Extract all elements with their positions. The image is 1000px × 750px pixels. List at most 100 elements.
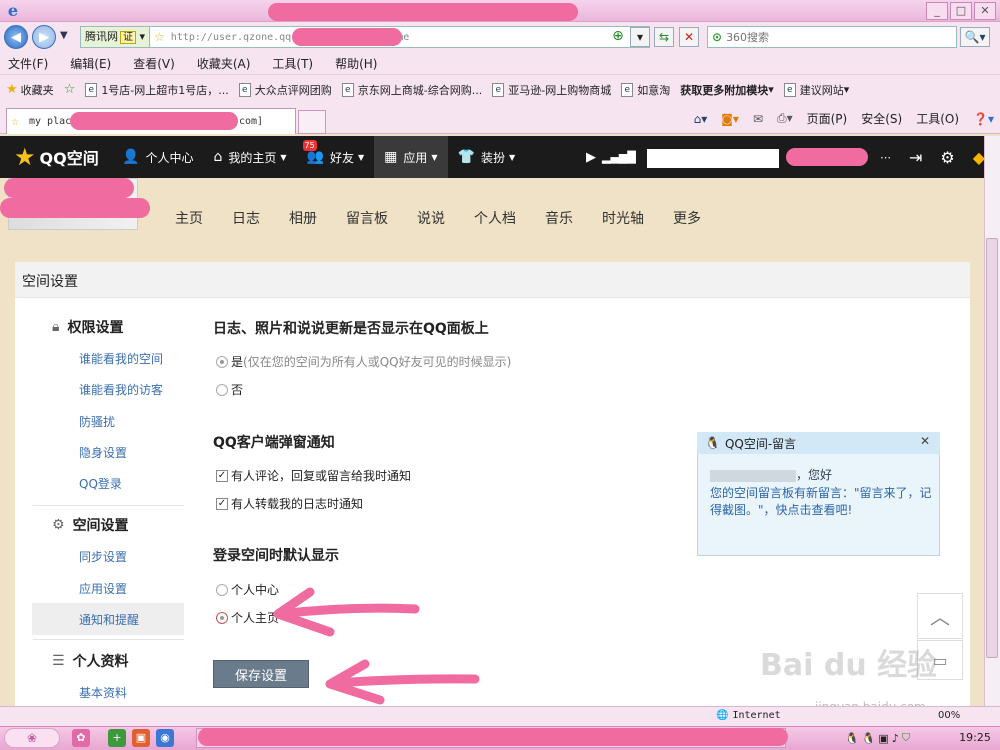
option-default-personal-center[interactable]: 个人中心 [216, 581, 279, 598]
close-window-button[interactable]: ✕ [974, 2, 996, 20]
profile-nav-guestbook[interactable]: 留言板 [346, 208, 388, 228]
checkbox-notify-comment[interactable]: ✓ [216, 469, 228, 482]
radio-homepage[interactable] [216, 611, 228, 624]
popup-close-icon[interactable]: ✕ [920, 434, 930, 448]
popup-message[interactable]: 您的空间留言板有新留言："留言来了，记得截图。"，快点击查看吧! [710, 485, 932, 519]
more-dots-icon[interactable]: ⋯ [880, 151, 891, 164]
cmd-page[interactable]: 页面(P) [807, 110, 848, 127]
tray-shield-icon[interactable]: ⛉ [902, 731, 910, 745]
home-icon[interactable]: ⌂▾ [694, 112, 708, 126]
option-show-no[interactable]: 否 [216, 381, 243, 398]
scrollbar-thumb[interactable] [986, 238, 998, 658]
menu-edit[interactable]: 编辑(E) [70, 55, 111, 72]
refresh-icon[interactable]: ⇆ [654, 27, 674, 47]
option-show-yes[interactable]: 是 (仅在您的空间为所有人或QQ好友可见的时候显示) [216, 353, 511, 370]
tray-volume-icon[interactable]: ♪ [892, 732, 899, 745]
print-icon[interactable]: ⎙▾ [777, 111, 793, 126]
logout-icon[interactable]: ⇥ [909, 148, 922, 167]
profile-nav-more[interactable]: 更多 [673, 208, 701, 228]
play-icon[interactable]: ▶ [586, 150, 596, 165]
start-button[interactable]: ❀ [4, 728, 60, 748]
profile-nav-shuoshuo[interactable]: 说说 [417, 208, 445, 228]
taskbar-app-icon[interactable]: ✿ [72, 729, 90, 747]
back-button[interactable]: ◀ [4, 25, 28, 49]
radio-personal-center[interactable] [216, 583, 228, 596]
go-icon[interactable]: ⊕ [608, 27, 628, 47]
qzone-logo[interactable]: ★ QQ空间 [0, 143, 112, 171]
tray-qq-icon[interactable]: 🐧 [862, 732, 876, 745]
tray-qq-icon[interactable]: 🐧 [845, 732, 859, 745]
fav-item-dianping[interactable]: e 大众点评网团购 [238, 82, 332, 98]
link-basic-info[interactable]: 基本资料 [79, 684, 127, 701]
nav-friends[interactable]: 👥 75 好友 ▼ [297, 136, 375, 178]
gear-icon[interactable]: ⚙ [940, 148, 954, 167]
fav-item-jd[interactable]: e 京东网上商城-综合网购... [341, 82, 482, 98]
mail-icon[interactable]: ✉ [753, 112, 763, 126]
profile-nav-music[interactable]: 音乐 [545, 208, 573, 228]
option-default-homepage[interactable]: 个人主页 [216, 609, 279, 626]
checkbox-notify-repost[interactable]: ✓ [216, 497, 228, 510]
zoom-level[interactable]: 00% [938, 710, 960, 721]
menu-tools[interactable]: 工具(T) [272, 55, 313, 72]
profile-nav-home[interactable]: 主页 [175, 208, 203, 228]
radio-no[interactable] [216, 383, 228, 396]
link-who-can-view-space[interactable]: 谁能看我的空间 [79, 350, 163, 367]
favorite-star-icon[interactable]: ☆ [154, 30, 165, 44]
search-go-icon[interactable]: 🔍▾ [960, 27, 990, 47]
stop-icon[interactable]: ✕ [679, 27, 699, 47]
nav-decorate[interactable]: 👕 装扮 ▼ [448, 136, 526, 178]
option-notify-repost[interactable]: ✓ 有人转载我的日志时通知 [216, 495, 363, 512]
minimize-button[interactable]: _ [926, 2, 948, 20]
feeds-icon[interactable]: ◙▾ [721, 112, 739, 126]
link-qq-login[interactable]: QQ登录 [79, 475, 122, 492]
link-sync-settings[interactable]: 同步设置 [79, 548, 127, 565]
tray-network-icon[interactable]: ▣ [878, 732, 888, 745]
fav-item-amazon[interactable]: e 亚马逊-网上购物商城 [492, 82, 611, 98]
link-who-can-view-visitors[interactable]: 谁能看我的访客 [79, 381, 163, 398]
music-player[interactable]: ▶ ▂▄▆█ [586, 150, 636, 165]
menu-help[interactable]: 帮助(H) [335, 55, 377, 72]
favorites-button[interactable]: ★ 收藏夹 [6, 82, 54, 98]
security-zone[interactable]: 🌐 Internet [716, 710, 781, 721]
cmd-tools[interactable]: 工具(O) [916, 110, 959, 127]
profile-nav-album[interactable]: 相册 [289, 208, 317, 228]
url-text[interactable]: http://user.qzone.qq [171, 32, 291, 43]
save-settings-button[interactable]: 保存设置 [213, 660, 309, 688]
search-360-input[interactable] [726, 30, 927, 44]
link-stealth-settings[interactable]: 隐身设置 [79, 444, 127, 461]
link-notifications[interactable]: 通知和提醒 [79, 611, 139, 628]
radio-yes[interactable] [216, 355, 228, 368]
nav-personal-center[interactable]: 👤 个人中心 [112, 136, 203, 178]
taskbar-360-icon[interactable]: + [108, 729, 126, 747]
taskbar-browser-icon[interactable]: ◉ [156, 729, 174, 747]
link-anti-harassment[interactable]: 防骚扰 [79, 413, 115, 430]
nav-my-homepage[interactable]: ⌂ 我的主页 ▼ [203, 136, 296, 178]
shirt-icon: 👕 [457, 149, 475, 165]
new-tab-button[interactable] [298, 110, 326, 134]
history-dropdown-icon[interactable]: ▼ [60, 30, 68, 41]
fav-item-yhd[interactable]: e 1号店-网上超市1号店，... [85, 82, 229, 98]
menu-view[interactable]: 查看(V) [133, 55, 175, 72]
address-dropdown-icon[interactable]: ▾ [630, 27, 650, 47]
option-notify-comment[interactable]: ✓ 有人评论，回复或留言给我时通知 [216, 467, 411, 484]
qzone-search-input[interactable] [647, 149, 779, 168]
menu-favorites[interactable]: 收藏夹(A) [197, 55, 251, 72]
back-to-top-button[interactable]: ︿ [917, 593, 963, 639]
profile-nav-profile[interactable]: 个人档 [474, 208, 516, 228]
search-360-box[interactable]: ⊙ [707, 26, 957, 48]
fav-item-ruyitao[interactable]: e 如意淘 [621, 82, 670, 98]
menu-file[interactable]: 文件(F) [8, 55, 48, 72]
add-favorite-icon[interactable]: ☆ [64, 82, 76, 97]
cmd-safety[interactable]: 安全(S) [861, 110, 902, 127]
maximize-button[interactable]: □ [950, 2, 972, 20]
taskbar-media-icon[interactable]: ▣ [132, 729, 150, 747]
fav-item-addons[interactable]: 获取更多附加模块 ▾ [680, 82, 774, 98]
forward-button[interactable]: ▶ [32, 25, 56, 49]
profile-nav-blog[interactable]: 日志 [232, 208, 260, 228]
site-identity[interactable]: 腾讯网证 ▾ [81, 27, 151, 47]
help-icon[interactable]: ❓▾ [973, 112, 994, 126]
link-app-settings[interactable]: 应用设置 [79, 580, 127, 597]
nav-apps[interactable]: ▦ 应用 ▼ [374, 136, 448, 178]
profile-nav-timeline[interactable]: 时光轴 [602, 208, 644, 228]
fav-item-suggested[interactable]: e 建议网站 ▾ [783, 82, 849, 98]
